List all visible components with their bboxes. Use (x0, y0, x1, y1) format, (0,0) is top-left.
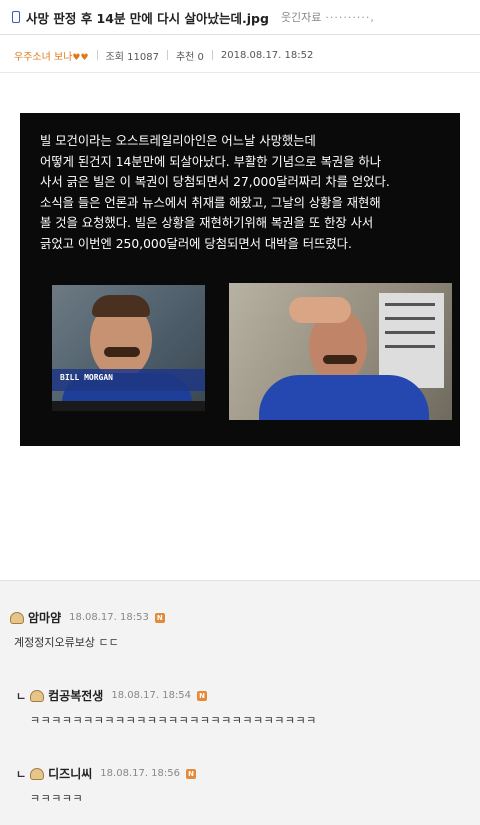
board-category[interactable]: 웃긴자료 (281, 9, 321, 25)
reply-arrow-icon: ㄴ (16, 767, 27, 781)
avatar-icon (30, 767, 45, 780)
likes-count: 추천 0 (176, 48, 204, 63)
mustache-shape (323, 355, 357, 364)
board-row (385, 345, 435, 348)
comment-author[interactable]: 컴공복전생 (48, 687, 103, 704)
comment-body: 계정정지오류보상 ㄷㄷ (14, 636, 119, 649)
post-meta: 우주소녀 보나♥♥ 조회 11087 추천 0 2018.08.17. 18:5… (0, 38, 480, 73)
shirt-shape (259, 375, 429, 420)
comment-header: ㄴ 디즈니씨 18.08.17. 18:56 N (16, 765, 197, 782)
hand-shape (289, 297, 351, 323)
comment-time: 18.08.17. 18:54 (111, 690, 192, 701)
board-row (385, 303, 435, 306)
post-image: 빌 모건이라는 오스트레일리아인은 어느날 사망했는데 어떻게 된건지 14분만… (20, 113, 460, 446)
new-badge-icon: N (197, 690, 208, 701)
comment-author[interactable]: 디즈니씨 (48, 765, 92, 782)
new-badge-icon: N (186, 768, 197, 779)
comment-header: ㄴ 컴공복전생 18.08.17. 18:54 N (16, 687, 317, 704)
views-label: 조회 (105, 51, 124, 63)
lottery-board (379, 293, 444, 388)
new-badge-icon: N (154, 612, 165, 623)
comment-time: 18.08.17. 18:56 (100, 768, 181, 779)
divider (211, 50, 213, 60)
comment-item: 암마얌 18.08.17. 18:53 N 계정정지오류보상 ㄷㄷ (10, 609, 165, 650)
reply-item: ㄴ 컴공복전생 18.08.17. 18:54 N ㅋㅋㅋㅋㅋㅋㅋㅋㅋㅋㅋㅋㅋㅋ… (16, 687, 317, 728)
comment-body: ㅋㅋㅋㅋㅋ (30, 792, 84, 805)
news-caption: BILL MORGAN (60, 373, 113, 382)
post-title-bar: 사망 판정 후 14분 만에 다시 살아났는데.jpg 웃긴자료 ·······… (0, 0, 480, 35)
author-nick[interactable]: 우주소녀 보나 (14, 52, 72, 63)
category-dots: ··········, (325, 10, 375, 24)
views-count: 조회 11087 (106, 48, 159, 63)
mustache-shape (104, 347, 140, 357)
news-caption-bar: BILL MORGAN (52, 369, 205, 391)
reply-arrow-icon: ㄴ (16, 689, 27, 703)
hair-shape (92, 295, 150, 317)
comment-body: ㅋㅋㅋㅋㅋㅋㅋㅋㅋㅋㅋㅋㅋㅋㅋㅋㅋㅋㅋㅋㅋㅋㅋㅋㅋㅋㅋ (30, 714, 317, 727)
comment-time: 18.08.17. 18:53 (69, 612, 149, 623)
post-title[interactable]: 사망 판정 후 14분 만에 다시 살아났는데.jpg (26, 8, 269, 27)
heart-icons: ♥♥ (72, 52, 89, 63)
comment-header: 암마얌 18.08.17. 18:53 N (10, 609, 165, 626)
divider (96, 50, 98, 60)
comment-section: 암마얌 18.08.17. 18:53 N 계정정지오류보상 ㄷㄷ ㄴ 컴공복전… (0, 580, 480, 825)
news-photo-right (229, 283, 452, 420)
avatar-icon (10, 611, 24, 624)
author-name[interactable]: 우주소녀 보나♥♥ (14, 48, 89, 63)
likes-label: 추천 (175, 51, 195, 63)
post-datetime: 2018.08.17. 18:52 (220, 49, 314, 61)
reply-item: ㄴ 디즈니씨 18.08.17. 18:56 N ㅋㅋㅋㅋㅋ (16, 765, 197, 806)
video-player-bar (52, 401, 205, 411)
mobile-icon (12, 11, 20, 23)
news-photo-left: BILL MORGAN (52, 285, 205, 411)
board-row (385, 331, 435, 334)
divider (166, 50, 168, 60)
avatar-icon (30, 689, 45, 702)
likes-value: 0 (197, 51, 204, 63)
story-text: 빌 모건이라는 오스트레일리아인은 어느날 사망했는데 어떻게 된건지 14분만… (40, 134, 390, 251)
views-value: 11087 (127, 51, 159, 63)
comment-author[interactable]: 암마얌 (28, 609, 61, 626)
board-row (385, 317, 435, 320)
